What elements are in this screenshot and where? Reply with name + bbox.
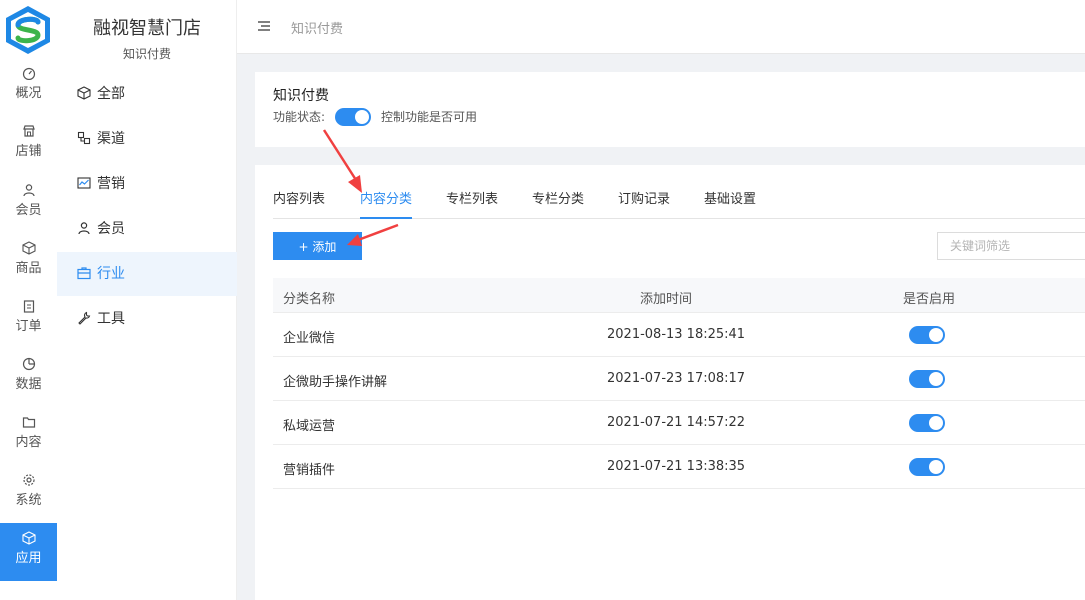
rail-item-data[interactable]: 数据: [0, 349, 57, 407]
subnav-item-member[interactable]: 会员: [57, 207, 237, 251]
subnav-item-tools[interactable]: 工具: [57, 297, 237, 341]
pie-icon: [22, 357, 35, 371]
table-row: 企业微信 2021-08-13 18:25:41: [273, 313, 1085, 357]
subnav-item-marketing[interactable]: 营销: [57, 162, 237, 206]
tab-content-list[interactable]: 内容列表: [273, 191, 325, 219]
plus-icon: +: [298, 239, 313, 254]
secondary-nav: 融视智慧门店 知识付费 全部 渠道 营销 会员 行业 工具: [57, 0, 237, 600]
icon-rail: 概况 店铺 会员 商品 订单 数据 内容 系统 应用: [0, 0, 57, 600]
user-icon: [22, 184, 35, 197]
category-name: 营销插件: [283, 463, 336, 478]
category-name: 企微助手操作讲解: [283, 375, 388, 390]
subnav-label: 工具: [97, 311, 125, 327]
content-card: 内容列表 内容分类 专栏列表 专栏分类 订购记录 基础设置 + 添加 分类名称 …: [255, 165, 1085, 600]
subnav-item-industry[interactable]: 行业: [57, 252, 237, 296]
tab-column-category[interactable]: 专栏分类: [532, 191, 584, 219]
tab-column-list[interactable]: 专栏列表: [446, 191, 498, 219]
table-row: 营销插件 2021-07-21 13:38:35: [273, 445, 1085, 489]
enable-toggle[interactable]: [909, 326, 945, 344]
subnav-label: 全部: [97, 86, 125, 102]
category-time: 2021-07-21 13:38:35: [607, 459, 746, 474]
chart-line-icon: [77, 177, 91, 189]
feature-toggle[interactable]: [335, 108, 371, 126]
category-name: 企业微信: [283, 331, 336, 346]
gear-icon: [22, 474, 35, 486]
brand-logo: [6, 6, 50, 54]
subnav-label: 行业: [97, 266, 125, 282]
rail-label: 数据: [15, 377, 42, 392]
clipboard-icon: [23, 300, 34, 313]
category-name: 私域运营: [283, 419, 336, 434]
tab-order-records[interactable]: 订购记录: [618, 191, 670, 219]
feature-status-label: 功能状态:: [273, 110, 326, 124]
category-time: 2021-07-21 14:57:22: [607, 415, 746, 430]
column-header-name: 分类名称: [283, 292, 336, 307]
subnav-label: 会员: [97, 221, 125, 237]
store-name: 融视智慧门店: [93, 18, 201, 39]
cube-icon: [77, 86, 91, 100]
feature-title: 知识付费: [273, 88, 329, 104]
briefcase-icon: [77, 267, 91, 280]
enable-toggle[interactable]: [909, 414, 945, 432]
box-icon: [21, 241, 36, 255]
rail-item-store[interactable]: 店铺: [0, 116, 57, 174]
rail-label: 概况: [15, 86, 42, 101]
tab-basic-settings[interactable]: 基础设置: [704, 191, 756, 219]
table-row: 私域运营 2021-07-21 14:57:22: [273, 401, 1085, 445]
subnav-label: 营销: [97, 176, 125, 192]
table-header: 分类名称 添加时间 是否启用: [273, 278, 1085, 313]
rail-item-apps[interactable]: 应用: [0, 523, 57, 581]
subnav-label: 渠道: [97, 131, 125, 147]
rail-item-content[interactable]: 内容: [0, 407, 57, 465]
rail-item-system[interactable]: 系统: [0, 465, 57, 523]
channel-icon: [77, 131, 91, 145]
rail-item-member[interactable]: 会员: [0, 175, 57, 233]
store-subtitle: 知识付费: [122, 47, 171, 61]
category-time: 2021-08-13 18:25:41: [607, 327, 746, 342]
add-button[interactable]: + 添加: [273, 232, 362, 260]
cube-icon: [21, 531, 36, 545]
top-header: 知识付费: [237, 0, 1085, 54]
feature-card: 知识付费 功能状态: 控制功能是否可用: [255, 72, 1085, 147]
gauge-icon: [22, 67, 35, 80]
rail-label: 应用: [15, 551, 42, 566]
folder-icon: [22, 417, 35, 428]
keyword-filter-input[interactable]: [937, 232, 1085, 260]
category-time: 2021-07-23 17:08:17: [607, 371, 746, 386]
rail-label: 店铺: [15, 144, 42, 159]
rail-item-orders[interactable]: 订单: [0, 291, 57, 349]
menu-toggle-icon[interactable]: [257, 19, 271, 33]
table-row: 企微助手操作讲解 2021-07-23 17:08:17: [273, 357, 1085, 401]
enable-toggle[interactable]: [909, 370, 945, 388]
rail-item-goods[interactable]: 商品: [0, 233, 57, 291]
wrench-icon: [78, 311, 91, 325]
column-header-time: 添加时间: [640, 292, 693, 307]
rail-label: 系统: [15, 493, 42, 508]
column-header-enabled: 是否启用: [903, 292, 956, 307]
tab-content-category[interactable]: 内容分类: [360, 191, 413, 219]
add-button-label: 添加: [312, 239, 337, 254]
subnav-item-all[interactable]: 全部: [57, 72, 237, 116]
rail-item-overview[interactable]: 概况: [0, 58, 57, 116]
enable-toggle[interactable]: [909, 458, 945, 476]
rail-label: 商品: [15, 261, 42, 276]
subnav-item-channel[interactable]: 渠道: [57, 117, 237, 161]
tab-bar: 内容列表 内容分类 专栏列表 专栏分类 订购记录 基础设置: [273, 191, 1085, 219]
feature-description: 控制功能是否可用: [381, 110, 478, 124]
store-icon: [22, 125, 35, 137]
rail-label: 会员: [15, 203, 42, 218]
rail-label: 内容: [15, 435, 42, 450]
user-icon: [78, 222, 90, 235]
breadcrumb: 知识付费: [291, 22, 344, 37]
rail-label: 订单: [15, 319, 42, 334]
